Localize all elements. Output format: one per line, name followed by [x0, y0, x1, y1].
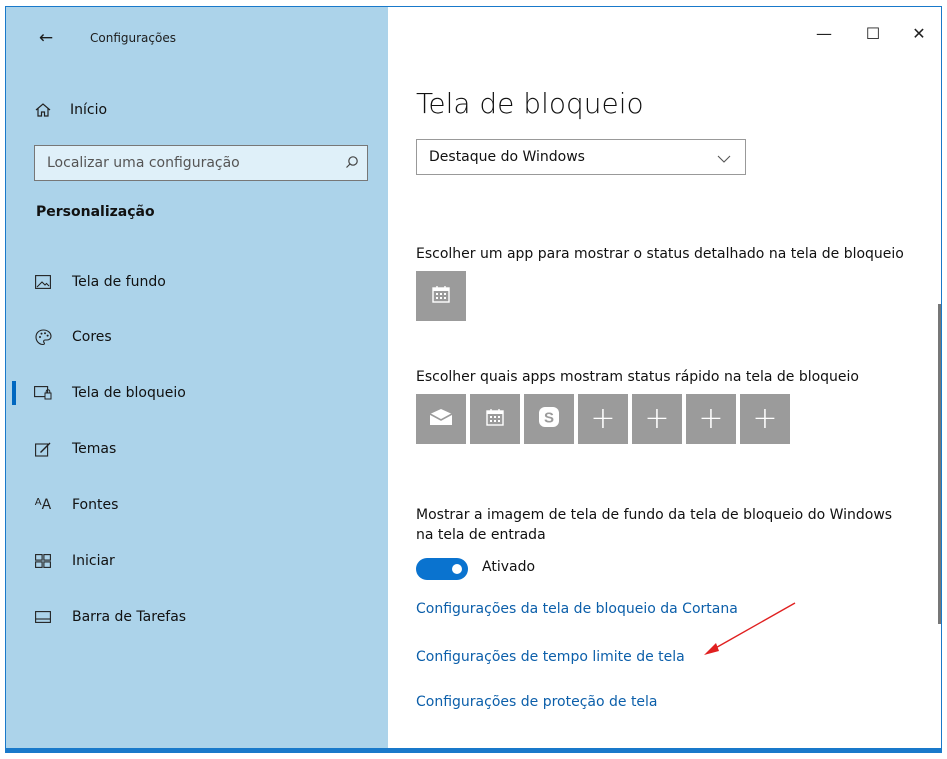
toggle-knob — [452, 564, 462, 574]
sidebar-item-background[interactable]: Tela de fundo — [6, 262, 388, 302]
sidebar-item-fonts[interactable]: AA Fontes — [6, 485, 388, 525]
sidebar-item-label: Tela de fundo — [72, 274, 166, 290]
sidebar-item-taskbar[interactable]: Barra de Tarefas — [6, 597, 388, 637]
search-input[interactable] — [45, 154, 345, 172]
close-button[interactable]: ✕ — [896, 19, 941, 49]
scrollbar[interactable] — [938, 304, 941, 624]
content-pane: — ☐ ✕ Tela de bloqueio Destaque do Windo… — [388, 7, 941, 752]
link-screen-timeout[interactable]: Configurações de tempo limite de tela — [416, 649, 685, 665]
link-screen-saver[interactable]: Configurações de proteção de tela — [416, 694, 658, 710]
taskbar-icon — [34, 611, 52, 623]
sidebar-item-label: Fontes — [72, 497, 119, 513]
quick-status-skype-button[interactable]: S — [524, 394, 574, 444]
svg-text:S: S — [544, 410, 554, 427]
calendar-icon — [431, 284, 451, 308]
brush-icon — [34, 441, 52, 457]
plus-icon: + — [752, 401, 778, 436]
sidebar-item-label: Iniciar — [72, 553, 115, 569]
quick-status-add-button[interactable]: + — [686, 394, 736, 444]
minimize-button[interactable]: — — [801, 19, 847, 49]
sidebar-item-label: Tela de bloqueio — [72, 385, 186, 401]
show-background-label-line2: na tela de entrada — [416, 527, 546, 543]
back-arrow-icon[interactable]: ← — [31, 25, 61, 51]
app-title: Configurações — [90, 31, 176, 45]
sidebar-item-colors[interactable]: Cores — [6, 317, 388, 357]
quick-status-add-button[interactable]: + — [740, 394, 790, 444]
plus-icon: + — [590, 401, 616, 436]
maximize-button[interactable]: ☐ — [850, 19, 896, 49]
sidebar-item-lock-screen[interactable]: Tela de bloqueio — [6, 373, 388, 413]
quick-status-calendar-button[interactable] — [470, 394, 520, 444]
calendar-icon — [485, 407, 505, 431]
detailed-status-app-button[interactable] — [416, 271, 466, 321]
page-title: Tela de bloqueio — [416, 87, 644, 120]
mail-icon — [429, 408, 453, 430]
start-icon — [34, 554, 52, 568]
sidebar-item-themes[interactable]: Temas — [6, 429, 388, 469]
show-background-label-line1: Mostrar a imagem de tela de fundo da tel… — [416, 507, 893, 523]
link-cortana-lock-screen[interactable]: Configurações da tela de bloqueio da Cor… — [416, 601, 738, 617]
sidebar-item-home[interactable]: Início — [34, 95, 107, 125]
sidebar-item-label: Temas — [72, 441, 117, 457]
search-icon[interactable] — [345, 154, 359, 173]
settings-window: ← Configurações Início Personalização Te… — [5, 6, 942, 753]
search-box[interactable] — [34, 145, 368, 181]
detailed-status-label: Escolher um app para mostrar o status de… — [416, 246, 904, 262]
sidebar-item-label: Cores — [72, 329, 112, 345]
quick-status-add-button[interactable]: + — [578, 394, 628, 444]
sidebar-home-label: Início — [70, 102, 108, 118]
quick-status-label: Escolher quais apps mostram status rápid… — [416, 369, 859, 385]
picture-icon — [34, 275, 52, 289]
lock-screen-icon — [34, 386, 52, 400]
palette-icon — [34, 328, 52, 346]
dropdown-value: Destaque do Windows — [429, 149, 585, 165]
home-icon — [34, 102, 52, 118]
skype-icon: S — [537, 405, 561, 433]
chevron-down-icon — [717, 148, 731, 167]
sidebar: ← Configurações Início Personalização Te… — [6, 7, 388, 752]
background-dropdown[interactable]: Destaque do Windows — [416, 139, 746, 175]
quick-status-add-button[interactable]: + — [632, 394, 682, 444]
section-title: Personalização — [36, 204, 155, 220]
show-background-toggle[interactable] — [416, 558, 468, 580]
plus-icon: + — [644, 401, 670, 436]
quick-status-mail-button[interactable] — [416, 394, 466, 444]
toggle-state-label: Ativado — [482, 559, 536, 575]
font-icon: AA — [34, 497, 52, 513]
sidebar-item-label: Barra de Tarefas — [72, 609, 187, 625]
sidebar-item-start[interactable]: Iniciar — [6, 541, 388, 581]
plus-icon: + — [698, 401, 724, 436]
